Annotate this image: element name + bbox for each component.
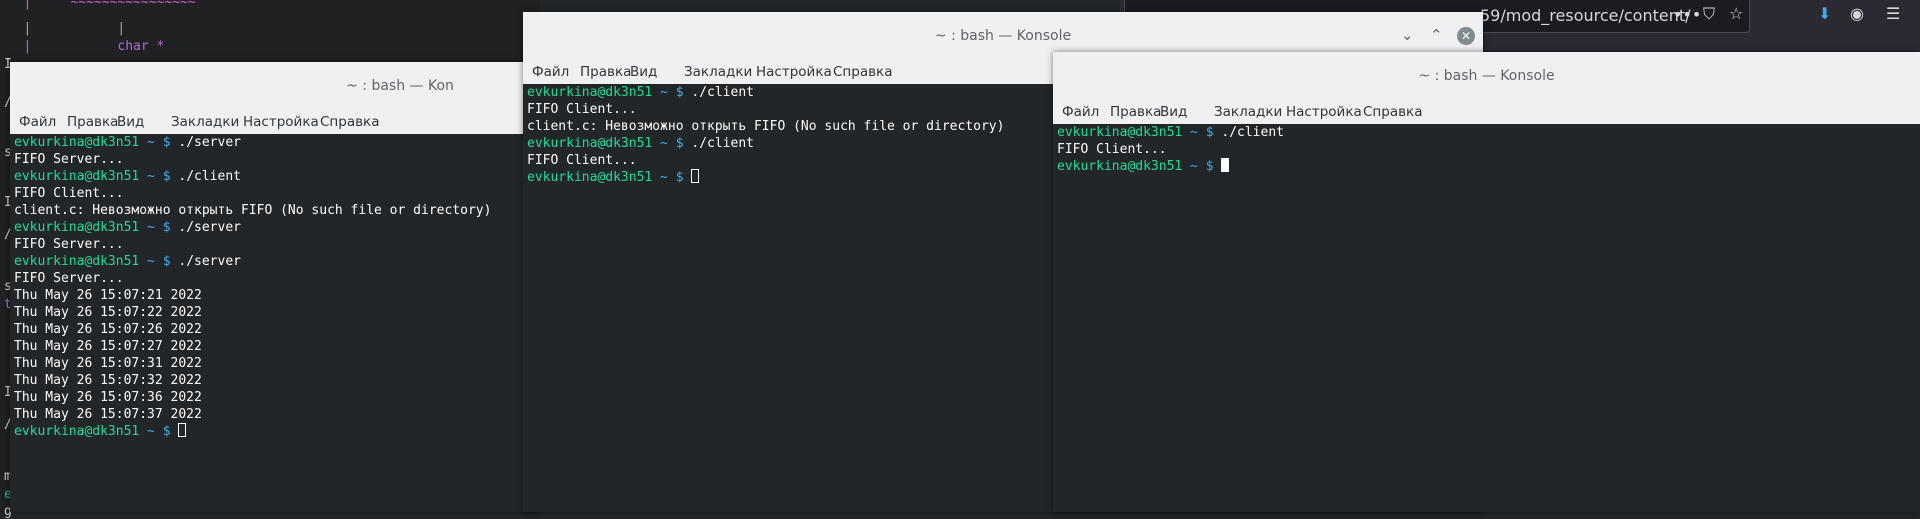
menu-item[interactable]: Вид bbox=[117, 114, 144, 130]
window-titlebar[interactable]: ~ : bash — Konsole bbox=[1053, 52, 1920, 100]
output-line: FIFO Server... bbox=[14, 152, 124, 167]
prompt-symbol: ~ $ bbox=[1182, 125, 1222, 140]
menu-item[interactable]: Настройка bbox=[756, 64, 832, 80]
prompt-user: evkurkina@dk3n51 bbox=[14, 254, 140, 269]
prompt-user: evkurkina@dk3n51 bbox=[527, 85, 653, 100]
command-text: ./client bbox=[178, 169, 241, 184]
output-line: Thu May 26 15:07:31 2022 bbox=[14, 356, 202, 371]
pocket-icon[interactable]: ⛉ bbox=[1703, 6, 1715, 22]
output-line: FIFO Client... bbox=[14, 186, 124, 201]
editor-line: | | bbox=[0, 21, 126, 36]
command-text: ./client bbox=[691, 136, 754, 151]
text-cursor bbox=[691, 169, 700, 183]
menu-item[interactable]: Правка bbox=[1110, 104, 1161, 120]
menu-item[interactable]: Настройка bbox=[243, 114, 319, 130]
menu-icon[interactable]: ☰ bbox=[1886, 6, 1900, 22]
prompt-line: evkurkina@dk3n51 ~ $ ./server bbox=[14, 219, 241, 236]
more-actions-icon[interactable]: ••• bbox=[1673, 7, 1701, 23]
output-line: Thu May 26 15:07:37 2022 bbox=[14, 407, 202, 422]
output-line: FIFO Server... bbox=[14, 237, 124, 252]
terminal-area[interactable]: evkurkina@dk3n51 ~ $ ./server FIFO Server… bbox=[10, 134, 540, 512]
command-text: ./client bbox=[691, 85, 754, 100]
prompt-user: evkurkina@dk3n51 bbox=[1057, 159, 1183, 174]
menu-item[interactable]: Файл bbox=[532, 64, 569, 80]
menu-item[interactable]: Справка bbox=[833, 64, 892, 80]
output-line: FIFO Client... bbox=[527, 153, 637, 168]
command-text: ./server bbox=[178, 254, 241, 269]
downloads-icon[interactable]: ⬇ bbox=[1818, 6, 1831, 22]
output-line: Thu May 26 15:07:27 2022 bbox=[14, 339, 202, 354]
menu-item[interactable]: Файл bbox=[19, 114, 56, 130]
prompt-line: evkurkina@dk3n51 ~ $ ./server bbox=[14, 253, 241, 270]
editor-line: | char * bbox=[0, 39, 165, 54]
maximize-icon[interactable]: ⌃ bbox=[1430, 26, 1443, 44]
prompt-symbol: ~ $ bbox=[652, 85, 692, 100]
menu-item[interactable]: Справка bbox=[320, 114, 379, 130]
prompt-line: evkurkina@dk3n51 ~ $ ./client bbox=[527, 84, 754, 101]
output-line: client.c: Невозможно открыть FIFO (No su… bbox=[527, 119, 1005, 134]
prompt-user: evkurkina@dk3n51 bbox=[527, 136, 653, 151]
output-line: FIFO Server... bbox=[14, 271, 124, 286]
prompt-user: evkurkina@dk3n51 bbox=[527, 170, 653, 185]
menu-item[interactable]: Закладки bbox=[171, 114, 239, 130]
menu-item[interactable]: Вид bbox=[630, 64, 657, 80]
prompt-line: evkurkina@dk3n51 ~ $ bbox=[1057, 158, 1230, 175]
prompt-line: evkurkina@dk3n51 ~ $ bbox=[527, 169, 700, 186]
window-title: ~ : bash — Konsole bbox=[934, 28, 1072, 44]
menu-item[interactable]: Настройка bbox=[1286, 104, 1362, 120]
window-title: ~ : bash — Kon bbox=[346, 78, 454, 94]
menu-item[interactable]: Справка bbox=[1363, 104, 1422, 120]
window-titlebar[interactable]: ~ : bash — Kon bbox=[10, 62, 540, 110]
prompt-line: evkurkina@dk3n51 ~ $ ./server bbox=[14, 134, 241, 151]
output-line: Thu May 26 15:07:36 2022 bbox=[14, 390, 202, 405]
prompt-symbol: ~ $ bbox=[139, 254, 179, 269]
output-line: FIFO Client... bbox=[1057, 142, 1167, 157]
prompt-symbol: ~ $ bbox=[139, 424, 179, 439]
konsole-window-right[interactable]: ~ : bash — Konsole Файл Правка Вид Закладки… bbox=[1053, 52, 1920, 512]
text-cursor bbox=[178, 423, 187, 437]
prompt-symbol: ~ $ bbox=[139, 220, 179, 235]
text-cursor bbox=[1221, 158, 1230, 172]
window-title: ~ : bash — Konsole bbox=[1418, 68, 1555, 84]
command-text: ./server bbox=[178, 135, 241, 150]
prompt-user: evkurkina@dk3n51 bbox=[1057, 125, 1183, 140]
minimize-icon[interactable]: ⌄ bbox=[1401, 26, 1414, 44]
output-line: Thu May 26 15:07:21 2022 bbox=[14, 288, 202, 303]
prompt-symbol: ~ $ bbox=[652, 170, 692, 185]
prompt-symbol: ~ $ bbox=[652, 136, 692, 151]
prompt-line: evkurkina@dk3n51 ~ $ bbox=[14, 423, 187, 440]
prompt-user: evkurkina@dk3n51 bbox=[14, 424, 140, 439]
prompt-symbol: ~ $ bbox=[1182, 159, 1222, 174]
prompt-line: evkurkina@dk3n51 ~ $ ./client bbox=[14, 168, 241, 185]
prompt-user: evkurkina@dk3n51 bbox=[14, 135, 140, 150]
output-line: Thu May 26 15:07:22 2022 bbox=[14, 305, 202, 320]
account-icon[interactable]: ◉ bbox=[1850, 6, 1864, 22]
menu-item[interactable]: Закладки bbox=[684, 64, 752, 80]
bookmark-star-icon[interactable]: ☆ bbox=[1729, 6, 1743, 22]
prompt-user: evkurkina@dk3n51 bbox=[14, 169, 140, 184]
terminal-area[interactable]: evkurkina@dk3n51 ~ $ ./client FIFO Client… bbox=[1053, 124, 1920, 512]
output-line: Thu May 26 15:07:26 2022 bbox=[14, 322, 202, 337]
menu-bar: Файл Правка Вид Закладки Настройка Справка bbox=[10, 110, 540, 134]
prompt-line: evkurkina@dk3n51 ~ $ ./client bbox=[1057, 124, 1284, 141]
editor-line: | ^~~~~~~~~~~~~~~~~ bbox=[0, 0, 196, 10]
prompt-line: evkurkina@dk3n51 ~ $ ./client bbox=[527, 135, 754, 152]
command-text: ./server bbox=[178, 220, 241, 235]
close-icon[interactable]: ✕ bbox=[1457, 27, 1475, 45]
output-line: Thu May 26 15:07:32 2022 bbox=[14, 373, 202, 388]
prompt-symbol: ~ $ bbox=[139, 135, 179, 150]
output-line: client.c: Невозможно открыть FIFO (No su… bbox=[14, 203, 492, 218]
prompt-user: evkurkina@dk3n51 bbox=[14, 220, 140, 235]
menu-item[interactable]: Правка bbox=[580, 64, 631, 80]
menu-item[interactable]: Файл bbox=[1062, 104, 1099, 120]
menu-item[interactable]: Правка bbox=[67, 114, 118, 130]
konsole-window-left[interactable]: ~ : bash — Kon Файл Правка Вид Закладки Наст… bbox=[10, 62, 540, 512]
output-line: FIFO Client... bbox=[527, 102, 637, 117]
url-text: 59/mod_resource/content/ bbox=[1480, 6, 1691, 25]
menu-bar: Файл Правка Вид Закладки Настройка Справка bbox=[1053, 100, 1920, 124]
menu-item[interactable]: Вид bbox=[1160, 104, 1187, 120]
command-text: ./client bbox=[1221, 125, 1284, 140]
prompt-symbol: ~ $ bbox=[139, 169, 179, 184]
menu-item[interactable]: Закладки bbox=[1214, 104, 1282, 120]
